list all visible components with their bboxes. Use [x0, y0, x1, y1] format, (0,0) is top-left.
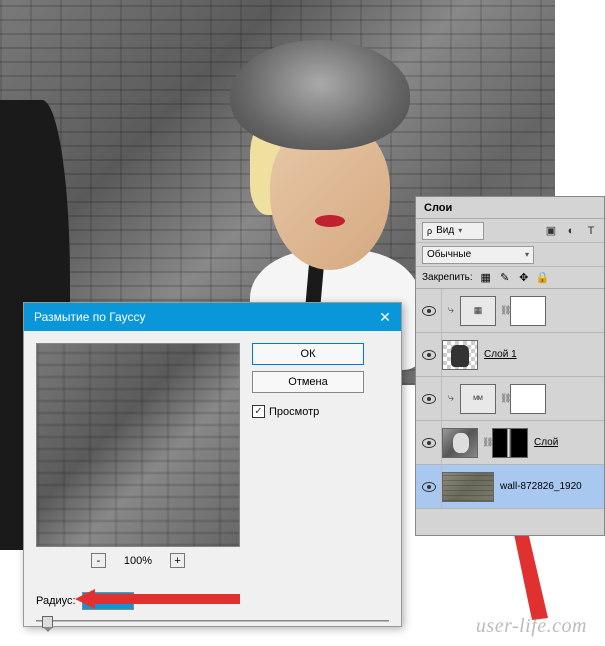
blend-mode-dropdown[interactable]: Обычные ▾	[422, 246, 534, 264]
radius-slider[interactable]	[36, 614, 389, 628]
close-icon[interactable]: ✕	[375, 307, 395, 327]
layer-thumbnail[interactable]	[442, 472, 494, 502]
layer-name[interactable]: Слой 1	[484, 349, 517, 360]
layer-item[interactable]: ⤷ ▦ ⛓	[416, 289, 604, 333]
watermark-text: user-life.com	[476, 615, 587, 638]
gaussian-blur-dialog: Размытие по Гауссу ✕ - 100% + ОК Отмена …	[23, 302, 402, 627]
layer-thumbnail[interactable]	[442, 428, 478, 458]
layer-mask-thumbnail[interactable]	[510, 296, 546, 326]
zoom-in-button[interactable]: +	[170, 553, 185, 568]
layer-name[interactable]: Слой	[534, 437, 558, 448]
layer-item[interactable]: Слой 1	[416, 333, 604, 377]
radius-input[interactable]	[82, 592, 134, 610]
filter-type-icon[interactable]: T	[584, 224, 598, 238]
preview-label: Просмотр	[269, 406, 319, 418]
visibility-eye-icon[interactable]	[422, 306, 436, 316]
visibility-eye-icon[interactable]	[422, 350, 436, 360]
layers-panel: Слои ρ Вид ▾ ▣ ◐ T Обычные ▾ Закрепить: …	[415, 196, 605, 536]
lock-position-icon[interactable]: ✥	[517, 271, 531, 285]
lock-pixels-icon[interactable]: ✎	[498, 271, 512, 285]
filter-type-dropdown[interactable]: ρ Вид ▾	[422, 222, 484, 240]
zoom-out-button[interactable]: -	[91, 553, 106, 568]
slider-thumb[interactable]	[42, 616, 53, 628]
layer-item[interactable]: ⤷ ᴹᴹ ⛓	[416, 377, 604, 421]
ok-button[interactable]: ОК	[252, 343, 364, 365]
chevron-down-icon: ▾	[458, 226, 462, 235]
zoom-percent: 100%	[124, 555, 152, 567]
layer-mask-thumbnail[interactable]	[492, 428, 528, 458]
dialog-title-text: Размытие по Гауссу	[34, 310, 145, 324]
link-icon: ⛓	[500, 305, 510, 316]
layer-thumbnail[interactable]: ᴹᴹ	[460, 384, 496, 414]
visibility-eye-icon[interactable]	[422, 394, 436, 404]
blur-preview[interactable]	[36, 343, 240, 547]
link-icon: ⛓	[482, 437, 492, 448]
chevron-down-icon: ▾	[525, 250, 529, 259]
clip-indicator-icon: ⤷	[442, 304, 460, 317]
visibility-eye-icon[interactable]	[422, 438, 436, 448]
layer-thumbnail[interactable]	[442, 340, 478, 370]
layer-item[interactable]: ⛓ Слой	[416, 421, 604, 465]
lock-label: Закрепить:	[422, 272, 473, 283]
layer-thumbnail[interactable]: ▦	[460, 296, 496, 326]
dialog-titlebar[interactable]: Размытие по Гауссу ✕	[24, 303, 401, 331]
visibility-eye-icon[interactable]	[422, 482, 436, 492]
lock-transparency-icon[interactable]: ▦	[479, 271, 493, 285]
radius-label: Радиус:	[36, 595, 76, 607]
filter-adjust-icon[interactable]: ◐	[564, 224, 578, 238]
cancel-button[interactable]: Отмена	[252, 371, 364, 393]
layer-name[interactable]: wall-872826_1920	[500, 481, 582, 492]
lock-all-icon[interactable]: 🔒	[536, 271, 550, 285]
layers-tab[interactable]: Слои	[416, 197, 604, 219]
radius-unit: Пикселы	[140, 595, 185, 607]
filter-image-icon[interactable]: ▣	[544, 224, 558, 238]
layer-mask-thumbnail[interactable]	[510, 384, 546, 414]
clip-indicator-icon: ⤷	[442, 392, 460, 405]
link-icon: ⛓	[500, 393, 510, 404]
preview-checkbox[interactable]: ✓	[252, 405, 265, 418]
layer-item-selected[interactable]: wall-872826_1920	[416, 465, 604, 509]
